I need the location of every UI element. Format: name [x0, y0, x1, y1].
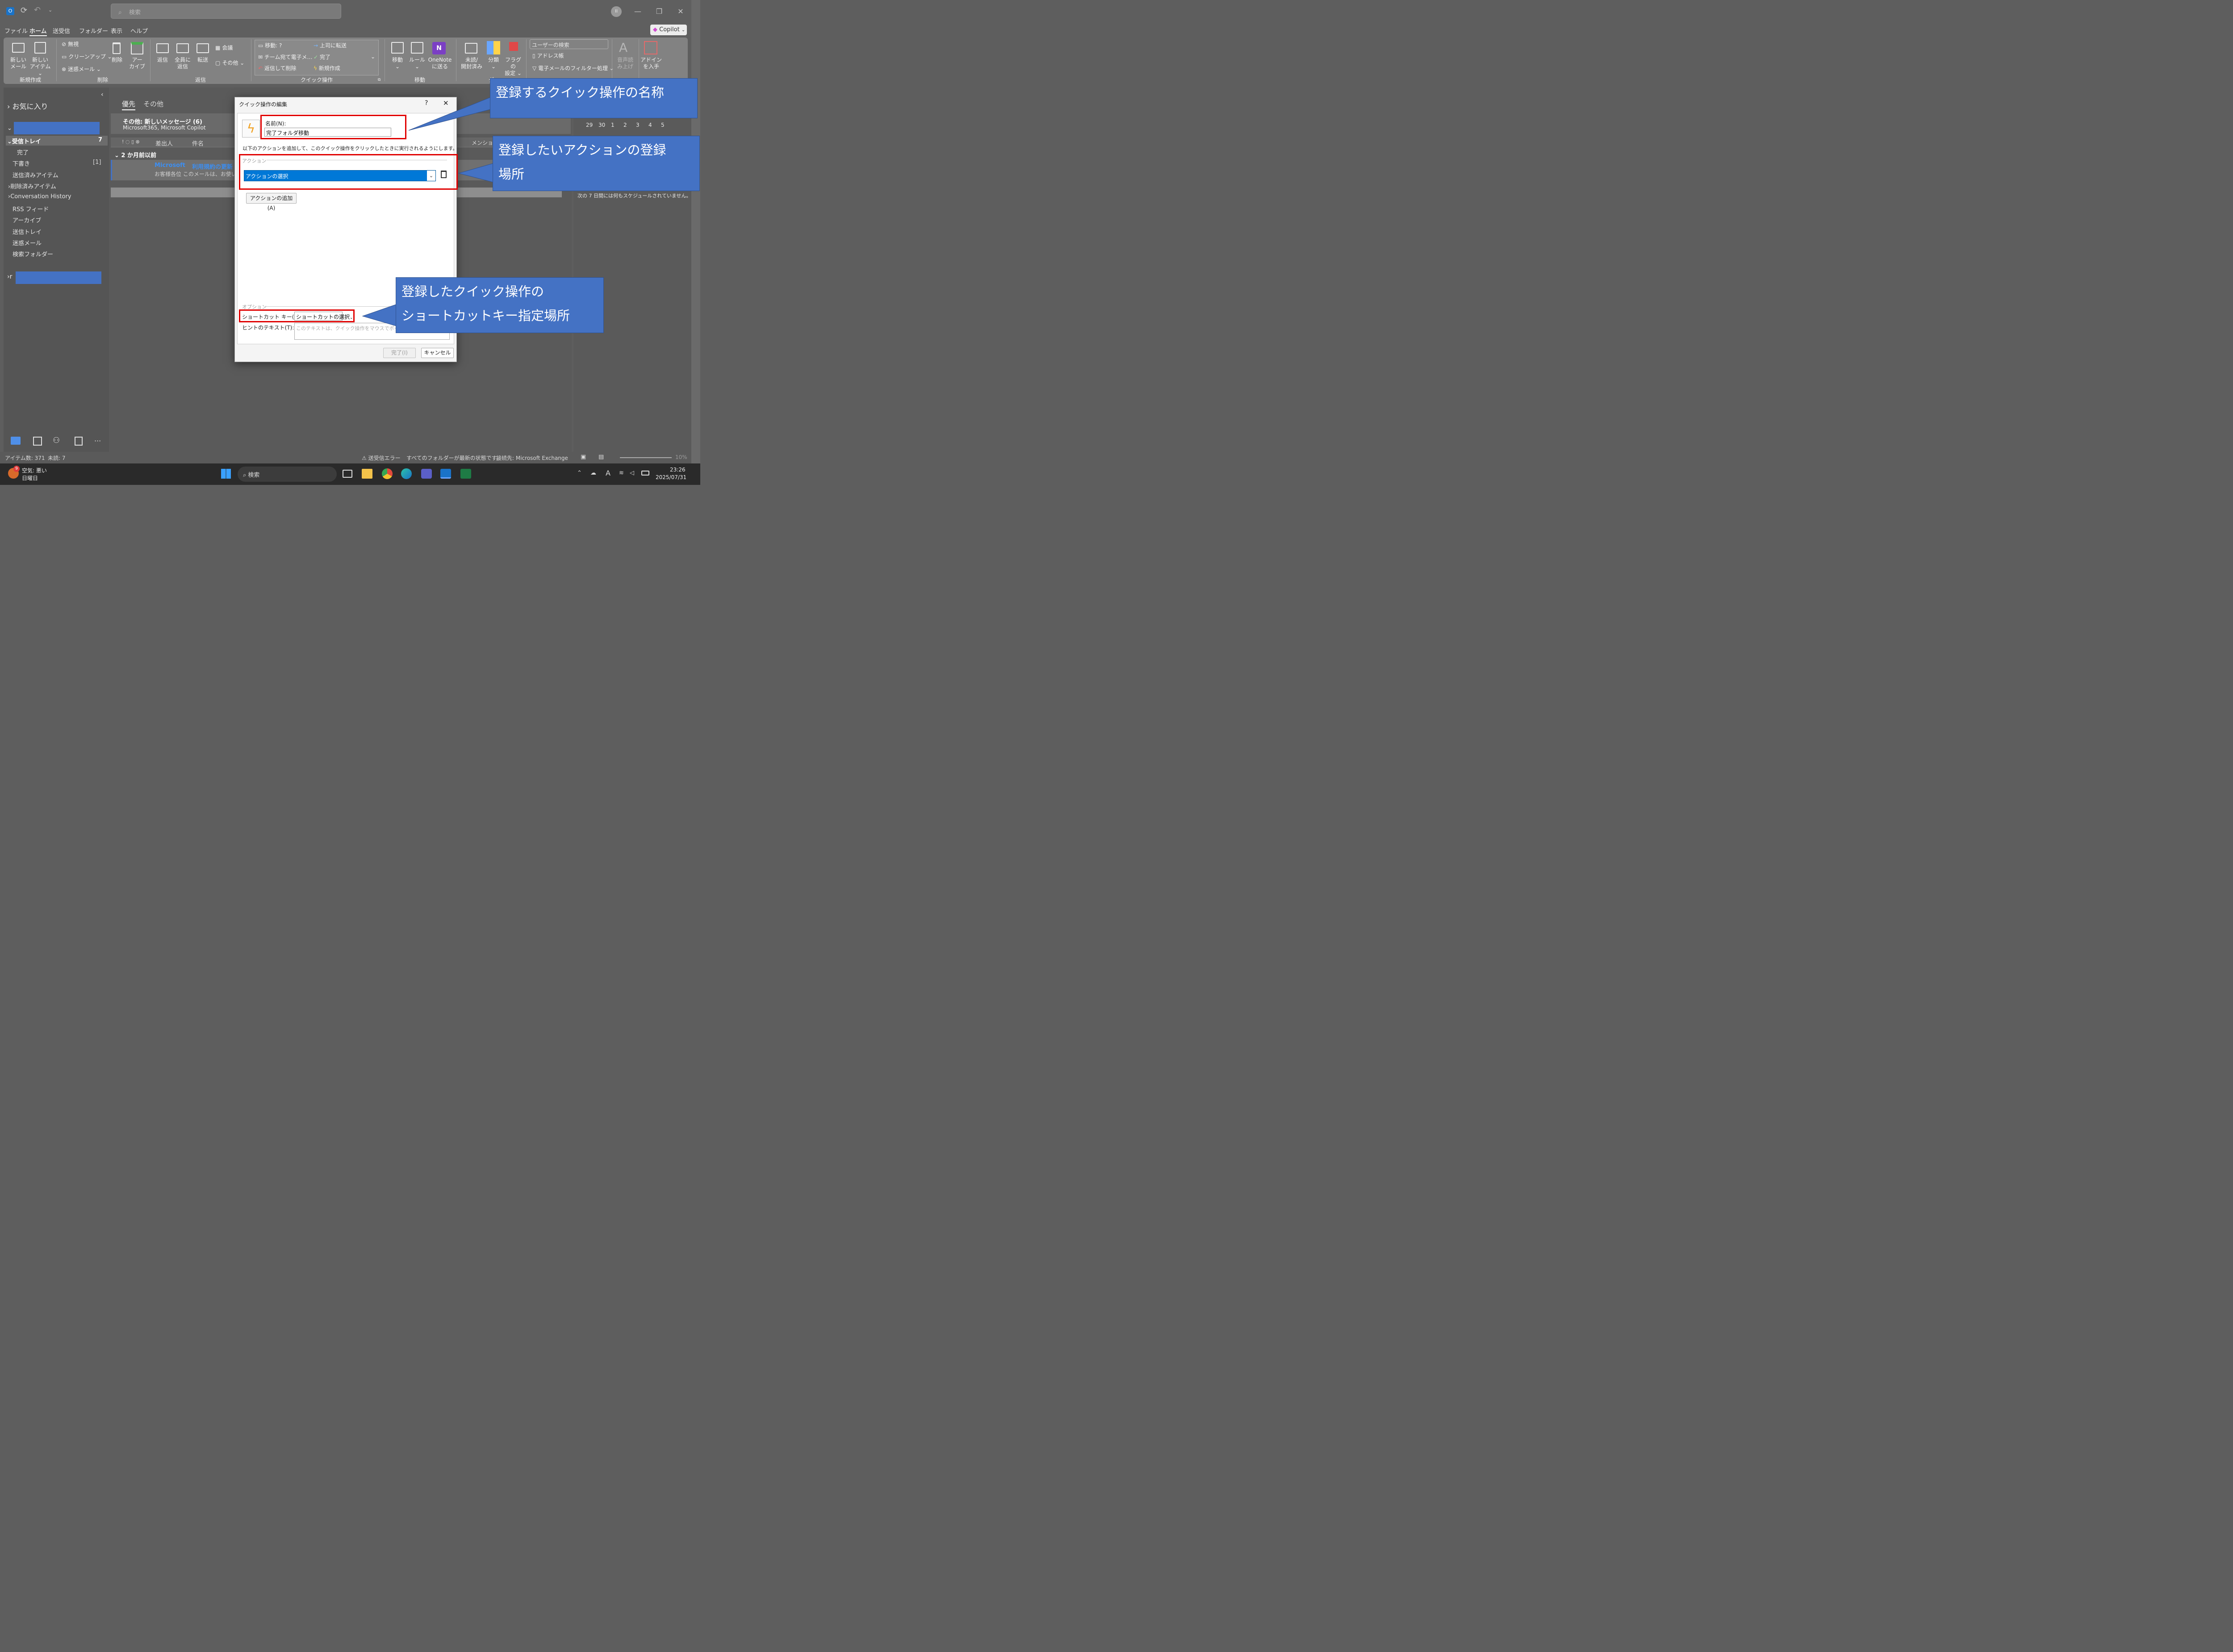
callout-name-pointer	[408, 97, 491, 131]
callout-name: 登録するクイック操作の名称	[490, 78, 698, 118]
callout-pointers	[362, 97, 493, 326]
callout-shortcut-pointer	[362, 304, 397, 326]
callout-action-pointer	[458, 163, 493, 183]
callout-action: 登録したいアクションの登録 場所	[493, 136, 700, 191]
callout-shortcut: 登録したクイック操作の ショートカットキー指定場所	[396, 277, 604, 333]
